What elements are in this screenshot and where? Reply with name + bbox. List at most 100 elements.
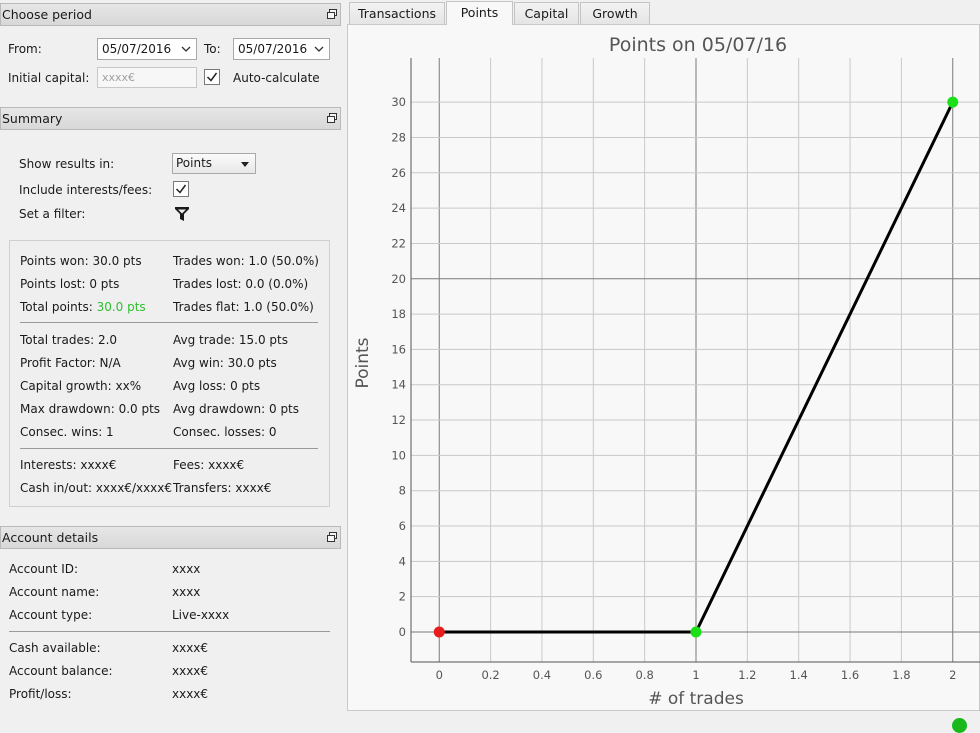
cash-available-value: xxxx€ (172, 641, 209, 655)
cash-in-out: Cash in/out: xxxx€/xxxx€ (20, 481, 173, 495)
y-tick-label: 14 (391, 378, 406, 392)
cash-available-label: Cash available: (9, 641, 101, 655)
x-tick-label: 0.4 (533, 668, 551, 682)
max-drawdown: Max drawdown: 0.0 pts (20, 402, 161, 416)
x-tick-label: 0.8 (636, 668, 654, 682)
y-tick-label: 8 (399, 484, 406, 498)
x-tick-label: 0.2 (481, 668, 499, 682)
account-balance-value: xxxx€ (172, 664, 209, 678)
tick-labels: 0 0.2 0.4 0.6 0.8 1 1.2 1.4 1.6 1.8 20246810121416… (391, 95, 956, 682)
account-id-value: xxxx (172, 562, 201, 576)
float-icon[interactable] (327, 9, 337, 19)
include-interests-label: Include interests/fees: (19, 183, 153, 197)
checkmark-icon (175, 184, 187, 194)
y-tick-label: 6 (399, 519, 406, 533)
avg-drawdown: Avg drawdown: 0 pts (173, 402, 300, 416)
account-title: Account details (2, 530, 99, 545)
x-tick-label: 1.2 (738, 668, 756, 682)
x-tick-label: 1 (692, 668, 699, 682)
from-date-value: 05/07/2016 (102, 42, 172, 56)
x-tick-label: 1.4 (790, 668, 808, 682)
transfers: Transfers: xxxx€ (173, 481, 272, 495)
divider (20, 448, 318, 449)
x-tick-label: 0.6 (584, 668, 602, 682)
y-tick-label: 30 (391, 95, 406, 109)
trades-flat: Trades flat: 1.0 (50.0%) (173, 300, 314, 314)
account-name-value: xxxx (172, 585, 201, 599)
trades-won: Trades won: 1.0 (50.0%) (173, 254, 319, 268)
avg-trade: Avg trade: 15.0 pts (173, 333, 288, 347)
left-dock: Choose period From: 05/07/2016 To: 05/07… (0, 0, 343, 731)
consec-wins: Consec. wins: 1 (20, 425, 114, 439)
initial-capital-input: xxxx€ (97, 67, 197, 88)
to-date-value: 05/07/2016 (238, 42, 308, 56)
include-interests-checkbox[interactable] (173, 181, 189, 197)
to-date-input[interactable]: 05/07/2016 (233, 38, 330, 60)
y-tick-label: 16 (391, 342, 406, 356)
profit-factor: Profit Factor: N/A (20, 356, 121, 370)
total-points-label: Total points: (20, 300, 93, 314)
auto-calculate-label: Auto-calculate (233, 71, 320, 85)
y-tick-label: 12 (391, 413, 406, 427)
data-point (947, 96, 959, 108)
float-icon[interactable] (327, 113, 337, 123)
period-dock-title: Choose period (0, 3, 341, 26)
total-trades: Total trades: 2.0 (20, 333, 118, 347)
fees: Fees: xxxx€ (173, 458, 245, 472)
profit-loss-label: Profit/loss: (9, 687, 72, 701)
y-tick-label: 28 (391, 130, 406, 144)
y-tick-label: 20 (391, 272, 406, 286)
initial-capital-placeholder: xxxx€ (102, 71, 136, 84)
divider (9, 631, 330, 632)
y-tick-label: 10 (391, 448, 406, 462)
x-tick-label: 0 (436, 668, 443, 682)
account-id-label: Account ID: (9, 562, 79, 576)
consec-losses: Consec. losses: 0 (173, 425, 277, 439)
data-point (690, 626, 702, 638)
trades-lost: Trades lost: 0.0 (0.0%) (173, 277, 309, 291)
data-point (433, 626, 445, 638)
x-tick-label: 1.8 (892, 668, 910, 682)
x-tick-label: 2 (949, 668, 956, 682)
set-filter-label: Set a filter: (19, 207, 86, 221)
show-results-label: Show results in: (19, 157, 115, 171)
dropdown-arrow-icon (241, 162, 249, 167)
capital-growth: Capital growth: xx% (20, 379, 142, 393)
y-tick-label: 18 (391, 307, 406, 321)
period-title: Choose period (2, 7, 92, 22)
avg-loss: Avg loss: 0 pts (173, 379, 261, 393)
y-tick-label: 2 (399, 590, 406, 604)
profit-loss-value: xxxx€ (172, 687, 209, 701)
from-date-input[interactable]: 05/07/2016 (97, 38, 197, 60)
auto-calculate-checkbox[interactable] (204, 69, 220, 85)
tab-growth[interactable]: Growth (580, 2, 650, 25)
avg-win: Avg win: 30.0 pts (173, 356, 277, 370)
show-results-select[interactable]: Points (172, 153, 256, 174)
account-type-label: Account type: (9, 608, 93, 622)
status-bar (0, 711, 980, 731)
checkmark-icon (206, 72, 218, 82)
from-label: From: (8, 42, 42, 56)
y-tick-label: 22 (391, 236, 406, 250)
summary-dock-title: Summary (0, 107, 341, 130)
chevron-down-icon[interactable] (314, 46, 324, 53)
chart-title: Points on 05/07/16 (609, 34, 787, 56)
x-tick-label: 1.6 (841, 668, 859, 682)
tab-capital[interactable]: Capital (514, 2, 579, 25)
y-tick-label: 24 (391, 201, 406, 215)
tab-points[interactable]: Points (446, 1, 513, 25)
y-tick-label: 0 (399, 625, 406, 639)
chevron-down-icon[interactable] (181, 46, 191, 53)
total-points: Total points: 30.0 pts (20, 300, 146, 314)
tab-transactions[interactable]: Transactions (349, 2, 445, 25)
grid (411, 58, 980, 662)
total-points-value: 30.0 pts (96, 300, 146, 314)
float-icon[interactable] (327, 532, 337, 542)
filter-icon[interactable] (174, 206, 190, 222)
initial-capital-label: Initial capital: (8, 71, 90, 85)
account-dock-title: Account details (0, 526, 341, 549)
account-type-value: Live-xxxx (172, 608, 230, 622)
x-axis-label: # of trades (648, 689, 744, 709)
show-results-value: Points (176, 156, 213, 170)
y-tick-label: 4 (399, 554, 406, 568)
